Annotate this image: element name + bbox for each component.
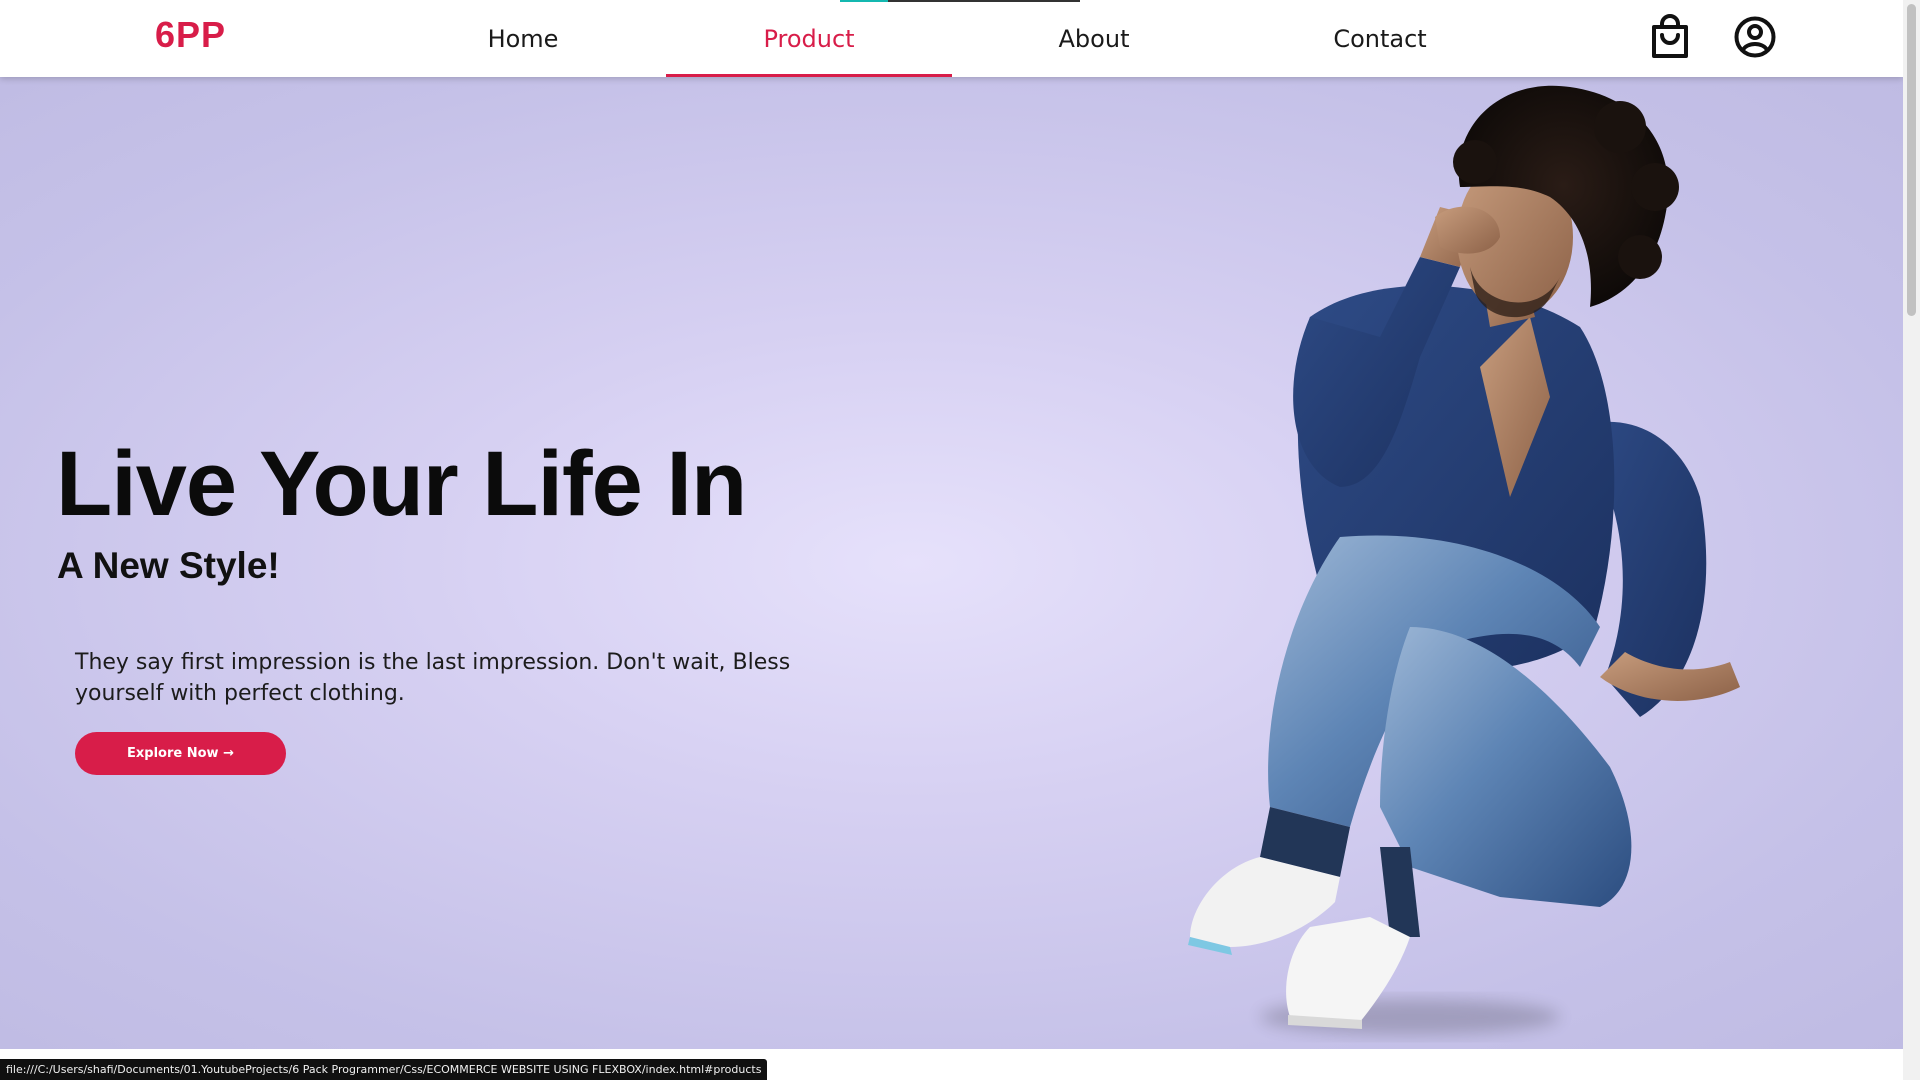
hero-subtitle: A New Style! bbox=[57, 545, 280, 586]
page-viewport: 6PP Home Product About Contact Live Your… bbox=[0, 0, 1903, 1080]
link-status-bar: file:///C:/Users/shafi/Documents/01.Yout… bbox=[0, 1059, 768, 1080]
shopping-bag-icon[interactable] bbox=[1648, 14, 1692, 60]
navbar: 6PP Home Product About Contact bbox=[0, 0, 1903, 77]
hero-model-image bbox=[1188, 85, 1740, 1035]
vertical-scrollbar[interactable] bbox=[1903, 0, 1920, 1080]
brand-logo[interactable]: 6PP bbox=[155, 14, 226, 56]
account-circle-icon[interactable] bbox=[1733, 14, 1777, 60]
nav-link-product[interactable]: Product bbox=[666, 0, 952, 77]
nav-link-about[interactable]: About bbox=[951, 0, 1237, 77]
scrollbar-thumb[interactable] bbox=[1907, 4, 1916, 316]
nav-link-contact[interactable]: Contact bbox=[1237, 0, 1523, 77]
nav-link-home[interactable]: Home bbox=[380, 0, 666, 77]
explore-now-button[interactable]: Explore Now → bbox=[75, 732, 286, 775]
hero-description: They say first impression is the last im… bbox=[75, 650, 791, 706]
hero-section: Live Your Life In A New Style! They say … bbox=[0, 77, 1903, 1049]
hero-title: Live Your Life In bbox=[56, 433, 747, 535]
